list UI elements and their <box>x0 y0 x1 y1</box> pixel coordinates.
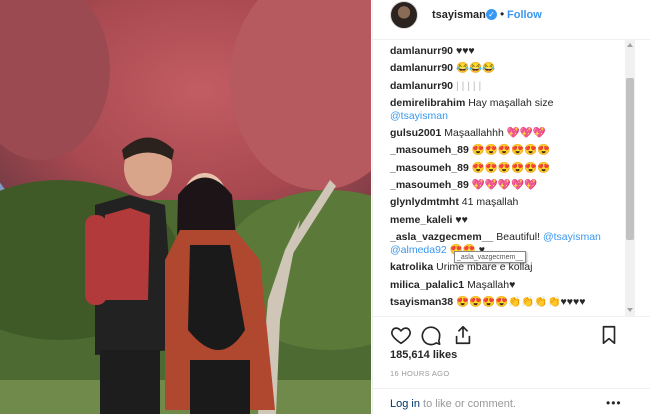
action-bar <box>390 324 630 346</box>
comment-text: Maşaallahhh 💖💖💖 <box>444 127 546 140</box>
comment-text: Urime mbare e kollaj <box>436 261 533 274</box>
comment-username[interactable]: damlanurr90 <box>390 80 453 92</box>
login-prompt-text: to like or comment. <box>419 398 516 410</box>
comment-text: 😂😂😂 <box>455 62 496 75</box>
login-prompt: Log in to like or comment. <box>390 398 516 410</box>
comment-text: 41 maşallah <box>461 196 519 209</box>
comment: tsayisman38 😍😍😍😍👏👏👏👏♥♥♥♥ <box>390 296 621 309</box>
login-link[interactable]: Log in <box>390 398 420 410</box>
comment-text: 😍😍😍😍👏👏👏👏♥♥♥♥ <box>455 295 586 308</box>
comment-username[interactable]: glynlydmtmht <box>390 196 459 208</box>
comment: milica_palalic1 Maşallah♥ <box>390 279 621 292</box>
comment-mention[interactable]: @tsayisman <box>390 110 448 122</box>
comment: meme_kaleli ♥♥ <box>390 214 621 227</box>
comment-username[interactable]: katrolika <box>390 261 433 273</box>
comment-username[interactable]: _masoumeh_89 <box>390 144 469 156</box>
comment-username[interactable]: milica_palalic1 <box>390 279 464 291</box>
comment-text: | | | | | <box>455 79 482 92</box>
comment-username[interactable]: _asla_vazgecmem__ <box>390 231 493 243</box>
comment: katrolika Urime mbare e kollaj <box>390 261 621 274</box>
verified-badge-icon: ✓ <box>486 9 497 20</box>
comment: _masoumeh_89 😍😍😍😍😍😍 <box>390 162 621 175</box>
bookmark-icon[interactable] <box>598 324 620 346</box>
comment-text: Beautiful! <box>496 230 541 243</box>
comments-scrollbar[interactable] <box>625 40 635 316</box>
comment-text: Maşallah♥ <box>467 278 516 291</box>
post-photo[interactable] <box>0 0 371 414</box>
photo-illustration <box>0 0 371 414</box>
share-icon[interactable] <box>452 324 474 346</box>
comment-mention[interactable]: @tsayisman <box>543 231 601 243</box>
scroll-down-arrow-icon[interactable] <box>627 308 633 312</box>
comment-username[interactable]: demirelibrahim <box>390 97 465 109</box>
comment: _masoumeh_89 💖💖💖💖💖 <box>390 179 621 192</box>
comment-text: ♥♥ <box>455 213 468 226</box>
comments-list: damlanurr90 ♥♥♥ damlanurr90 😂😂😂 damlanur… <box>390 45 621 315</box>
comment-text: ♥♥♥ <box>455 45 475 57</box>
post-sidebar: tsayisman ✓ • Follow damlanurr90 ♥♥♥ dam… <box>372 0 650 414</box>
comment: damlanurr90 | | | | | <box>390 80 621 93</box>
author-username[interactable]: tsayisman <box>432 9 486 21</box>
comment-username[interactable]: damlanurr90 <box>390 45 453 57</box>
divider <box>373 388 650 389</box>
comment-text: 😍😍😍😍😍😍 <box>471 161 551 174</box>
follow-button[interactable]: Follow <box>507 9 542 21</box>
comment-username[interactable]: meme_kaleli <box>390 214 452 226</box>
comment-text: 💖💖💖💖💖 <box>471 179 538 192</box>
post-timestamp[interactable]: 16 HOURS AGO <box>390 369 449 378</box>
scroll-thumb[interactable] <box>626 78 634 240</box>
comment: damlanurr90 ♥♥♥ <box>390 45 621 58</box>
divider <box>373 39 650 40</box>
divider <box>373 316 650 317</box>
separator-dot: • <box>500 7 505 21</box>
comment-text: 😍😍😍😍😍😍 <box>471 144 551 157</box>
comment: glynlydmtmht 41 maşallah <box>390 196 621 209</box>
comment-username[interactable]: _masoumeh_89 <box>390 179 469 191</box>
comment-mention[interactable]: @almeda92 <box>390 244 447 256</box>
comment-username[interactable]: damlanurr90 <box>390 62 453 74</box>
comment: damlanurr90 😂😂😂 <box>390 62 621 75</box>
comment-username[interactable]: gulsu2001 <box>390 127 441 139</box>
username-tooltip: _asla_vazgecmem__ <box>454 251 527 263</box>
post-header: tsayisman ✓ • Follow <box>373 0 650 30</box>
likes-count[interactable]: 185,614 likes <box>390 349 457 361</box>
comment-icon[interactable] <box>420 324 442 346</box>
comment: _masoumeh_89 😍😍😍😍😍😍 <box>390 144 621 157</box>
avatar[interactable] <box>390 1 418 29</box>
comment: gulsu2001 Maşaallahhh 💖💖💖 <box>390 127 621 140</box>
comment-text: Hay maşallah size <box>468 96 554 109</box>
comment-username[interactable]: _masoumeh_89 <box>390 162 469 174</box>
scroll-up-arrow-icon[interactable] <box>627 43 633 47</box>
comment-username[interactable]: tsayisman38 <box>390 296 453 308</box>
heart-icon[interactable] <box>390 324 412 346</box>
comment: demirelibrahim Hay maşallah size @tsayism… <box>390 97 621 123</box>
more-options-icon[interactable]: ••• <box>606 396 622 410</box>
